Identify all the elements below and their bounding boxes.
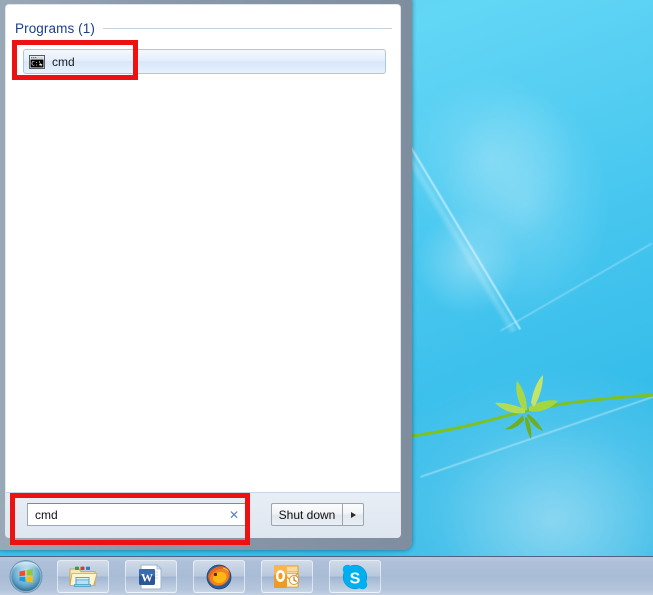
svg-text:W: W [141,570,153,584]
close-x-icon[interactable]: ✕ [229,509,239,521]
word-icon: W [139,563,162,589]
cmd-console-icon: C:\ [29,54,45,69]
start-button[interactable] [3,559,49,594]
taskbar-item-explorer[interactable] [57,560,109,593]
taskbar-item-firefox[interactable] [193,560,245,593]
folder-explorer-icon [69,566,98,587]
screen: Programs (1) C:\ cmd cmd ✕ Shut down W S [0,0,653,595]
start-menu-bottom-bar: ✕ Shut down [6,492,400,537]
shutdown-options-button[interactable] [343,503,364,526]
result-item-cmd[interactable]: C:\ cmd [23,49,386,74]
search-box[interactable]: ✕ [27,503,246,526]
firefox-icon [206,564,232,589]
svg-text:S: S [350,570,361,587]
chevron-right-icon [350,511,356,518]
search-input[interactable] [28,505,219,524]
wallpaper-glow [440,90,610,320]
results-group-label: Programs (1) [15,21,95,36]
taskbar-item-outlook[interactable] [261,560,313,593]
shutdown-button[interactable]: Shut down [271,503,343,526]
results-group-header: Programs (1) [15,21,392,36]
start-menu[interactable]: Programs (1) C:\ cmd cmd ✕ Shut down [0,0,412,550]
svg-text:C:\: C:\ [31,60,42,67]
start-menu-panel: Programs (1) C:\ cmd cmd ✕ Shut down [5,4,401,538]
taskbar-item-skype[interactable]: S [329,560,381,593]
search-results-pane: Programs (1) C:\ cmd [6,5,400,494]
outlook-icon [274,565,299,588]
shutdown-control-group[interactable]: Shut down [271,503,364,526]
result-item-label: cmd [52,54,75,69]
taskbar-item-word[interactable]: W [125,560,177,593]
wallpaper-plant-icon [405,375,653,439]
taskbar: W S [0,556,653,595]
skype-icon: S [342,564,368,589]
header-divider [102,28,392,29]
